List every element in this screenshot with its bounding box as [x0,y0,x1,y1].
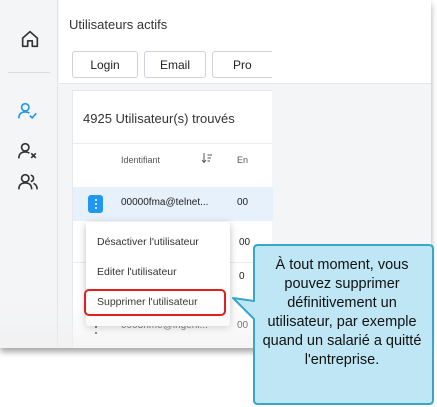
page-title: Utilisateurs actifs [69,17,168,32]
login-filter-button[interactable]: Login [72,51,138,78]
more-vertical-icon[interactable] [88,195,103,213]
column-header-identifiant[interactable]: Identifiant [121,155,160,165]
callout-bubble: À tout moment, vous pouvez supprimer déf… [232,243,435,406]
menu-item-edit[interactable]: Editer l'utilisateur [97,266,177,278]
sort-icon[interactable] [201,152,213,164]
home-icon[interactable] [19,28,41,50]
card-divider [73,143,273,144]
callout-text: À tout moment, vous pouvez supprimer déf… [262,257,422,368]
page-header: Utilisateurs actifs Login Email Pro [59,0,431,84]
user-check-icon[interactable] [17,100,39,122]
delete-highlight-box [84,289,226,316]
rail-divider [8,72,50,73]
row-cell: 00 [237,197,249,208]
users-icon[interactable] [17,171,39,193]
nav-rail [0,0,58,348]
menu-item-deactivate[interactable]: Désactiver l'utilisateur [97,236,199,248]
user-remove-icon[interactable] [17,140,39,162]
results-count: 4925 Utilisateur(s) trouvés [83,111,235,126]
pro-filter-button[interactable]: Pro [212,51,272,78]
table-row[interactable]: 00000fma@telnet... 00 [73,187,273,221]
row-identifiant: 00000fma@telnet... [121,197,209,208]
email-filter-button[interactable]: Email [144,51,206,78]
column-header-en[interactable]: En [237,155,248,165]
